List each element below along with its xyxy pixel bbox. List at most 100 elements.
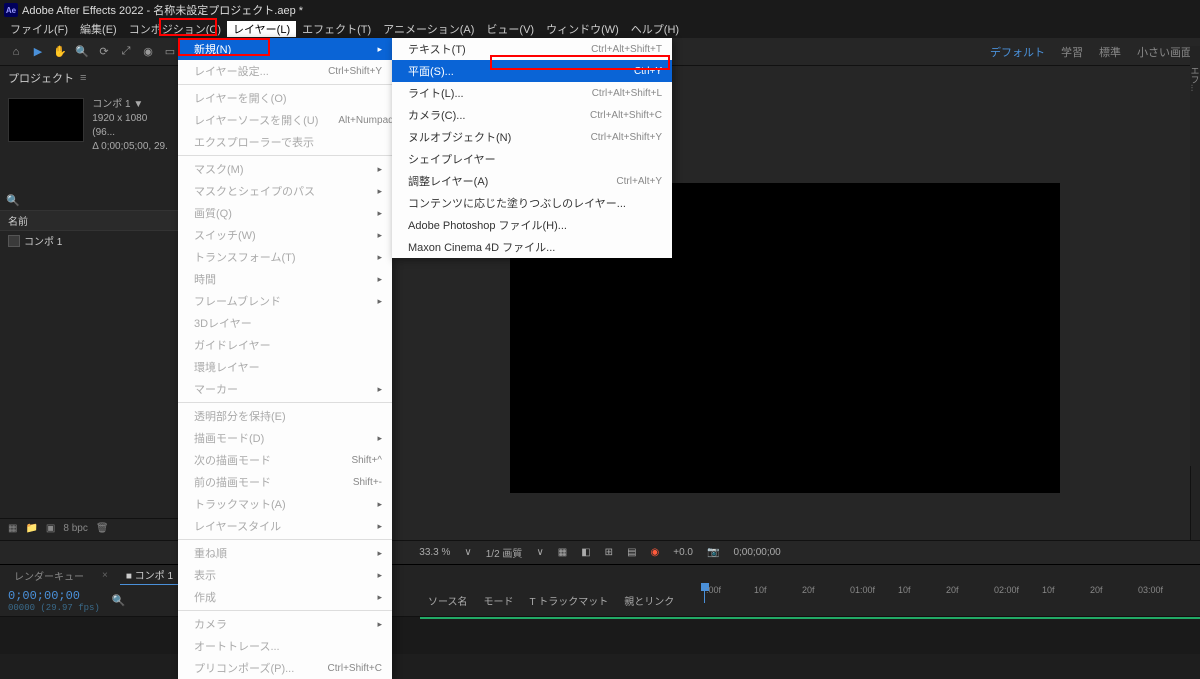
resolution[interactable]: 1/2 画質 xyxy=(486,545,523,560)
menu-file[interactable]: ファイル(F) xyxy=(4,21,74,37)
zoom-tool-icon[interactable]: 🔍 xyxy=(74,44,90,60)
menu-item: トランスフォーム(T) xyxy=(178,246,392,268)
trash-icon[interactable]: 🗑 xyxy=(96,523,109,534)
submenu-item[interactable]: カメラ(C)...Ctrl+Alt+Shift+C xyxy=(392,104,672,126)
menubar[interactable]: ファイル(F) 編集(E) コンポジション(C) レイヤー(L) エフェクト(T… xyxy=(0,20,1200,38)
menu-item: エクスプローラーで表示 xyxy=(178,131,392,153)
submenu-item[interactable]: シェイプレイヤー xyxy=(392,148,672,170)
menu-help[interactable]: ヘルプ(H) xyxy=(625,21,685,37)
menu-item: スイッチ(W) xyxy=(178,224,392,246)
menu-item: 描画モード(D) xyxy=(178,427,392,449)
comp-info: コンポ 1 ▼ 1920 x 1080 (96... Δ 0;00;05;00,… xyxy=(0,90,179,162)
orbit-tool-icon[interactable]: ⟳ xyxy=(96,44,112,60)
menu-edit[interactable]: 編集(E) xyxy=(74,21,123,37)
workspace-default[interactable]: デフォルト xyxy=(990,44,1045,60)
home-icon[interactable]: ⌂ xyxy=(8,44,24,60)
project-search[interactable]: 🔍 xyxy=(0,192,179,210)
submenu-item[interactable]: 平面(S)...Ctrl+Y xyxy=(392,60,672,82)
guides-icon[interactable]: ⊞ xyxy=(605,547,613,558)
comp-thumbnail xyxy=(8,98,84,142)
color-icon[interactable]: ◉ xyxy=(651,547,660,558)
menu-item: トラックマット(A) xyxy=(178,493,392,515)
current-frame: 00000 (29.97 fps) xyxy=(8,603,100,613)
menu-item: レイヤー設定...Ctrl+Shift+Y xyxy=(178,60,392,82)
ruler-tick: :00f xyxy=(706,585,721,595)
preview-time: 0;00;00;00 xyxy=(733,547,780,558)
menu-item: マスクとシェイプのパス xyxy=(178,180,392,202)
menu-item: マスク(M) xyxy=(178,158,392,180)
zoom-level[interactable]: 33.3 % xyxy=(419,547,450,558)
app-icon: Ae xyxy=(4,3,18,17)
menu-window[interactable]: ウィンドウ(W) xyxy=(540,21,625,37)
submenu-item[interactable]: ライト(L)...Ctrl+Alt+Shift+L xyxy=(392,82,672,104)
menu-item: 次の描画モードShift+^ xyxy=(178,449,392,471)
mask-icon[interactable]: ◧ xyxy=(581,547,590,558)
effects-tab-collapsed[interactable]: エフ... xyxy=(1189,66,1200,92)
comp-tab[interactable]: ■ コンポ 1 xyxy=(120,565,179,586)
ruler-tick: 10f xyxy=(754,585,767,595)
project-footer: ▦ 📁 ▣ 8 bpc 🗑 xyxy=(0,518,180,538)
workspace-learn[interactable]: 学習 xyxy=(1061,44,1083,60)
anchor-tool-icon[interactable]: ◉ xyxy=(140,44,156,60)
hand-tool-icon[interactable]: ✋ xyxy=(52,44,68,60)
right-panel-strip: エフ... xyxy=(1190,46,1200,466)
menu-item: カメラ xyxy=(178,613,392,635)
render-queue-tab[interactable]: レンダーキュー xyxy=(8,566,90,585)
current-timecode[interactable]: 0;00;00;00 xyxy=(8,589,100,603)
rotate-tool-icon[interactable]: ⤢ xyxy=(118,44,134,60)
search-icon: 🔍 xyxy=(6,194,20,208)
project-item[interactable]: コンポ 1 xyxy=(0,231,179,250)
exposure[interactable]: +0.0 xyxy=(673,547,693,558)
col-trackmatte[interactable]: T トラックマット xyxy=(530,593,609,608)
selection-tool-icon[interactable]: ▶ xyxy=(30,44,46,60)
menu-item: 表示 xyxy=(178,564,392,586)
new-comp-icon[interactable]: ▣ xyxy=(46,523,55,534)
submenu-item[interactable]: コンテンツに応じた塗りつぶしのレイヤー... xyxy=(392,192,672,214)
time-ruler[interactable]: :00f10f20f01:00f10f20f02:00f10f20f03:00f xyxy=(700,585,1200,603)
menu-item[interactable]: 新規(N) xyxy=(178,38,392,60)
menu-item: レイヤースタイル xyxy=(178,515,392,537)
menu-view[interactable]: ビュー(V) xyxy=(480,21,540,37)
timeline-search[interactable]: 🔍 xyxy=(112,594,126,607)
playhead[interactable] xyxy=(704,585,705,603)
menu-item: オートトレース... xyxy=(178,635,392,657)
bpc-badge[interactable]: 8 bpc xyxy=(63,523,87,534)
menu-item: 環境レイヤー xyxy=(178,356,392,378)
menu-item: フレームブレンド xyxy=(178,290,392,312)
comp-dimensions: 1920 x 1080 (96... xyxy=(92,112,171,140)
menu-item: ガイドレイヤー xyxy=(178,334,392,356)
menu-composition[interactable]: コンポジション(C) xyxy=(123,21,227,37)
submenu-item[interactable]: Adobe Photoshop ファイル(H)... xyxy=(392,214,672,236)
submenu-item[interactable]: Maxon Cinema 4D ファイル... xyxy=(392,236,672,258)
submenu-item[interactable]: ヌルオブジェクト(N)Ctrl+Alt+Shift+Y xyxy=(392,126,672,148)
snapshot-icon[interactable]: 📷 xyxy=(707,547,719,558)
interpret-icon[interactable]: ▦ xyxy=(8,523,17,534)
workspace-standard[interactable]: 標準 xyxy=(1099,44,1121,60)
channel-icon[interactable]: ▤ xyxy=(627,547,636,558)
menu-animation[interactable]: アニメーション(A) xyxy=(377,21,480,37)
grid-icon[interactable]: ▦ xyxy=(558,547,567,558)
workspace-small[interactable]: 小さい画面 xyxy=(1137,44,1192,60)
menu-layer[interactable]: レイヤー(L) xyxy=(227,21,296,37)
ruler-tick: 03:00f xyxy=(1138,585,1163,595)
ruler-tick: 01:00f xyxy=(850,585,875,595)
submenu-item[interactable]: 調整レイヤー(A)Ctrl+Alt+Y xyxy=(392,170,672,192)
col-mode[interactable]: モード xyxy=(484,593,514,608)
menu-effect[interactable]: エフェクト(T) xyxy=(296,21,377,37)
menu-item: 前の描画モードShift+- xyxy=(178,471,392,493)
menu-item: 時間 xyxy=(178,268,392,290)
col-source[interactable]: ソース名 xyxy=(428,593,468,608)
menu-item: 画質(Q) xyxy=(178,202,392,224)
new-folder-icon[interactable]: 📁 xyxy=(25,523,37,534)
project-panel-tab[interactable]: プロジェクト ≡ xyxy=(0,66,179,90)
submenu-item[interactable]: テキスト(T)Ctrl+Alt+Shift+T xyxy=(392,38,672,60)
project-column-header[interactable]: 名前 xyxy=(0,210,179,231)
ruler-tick: 10f xyxy=(1042,585,1055,595)
layer-menu-dropdown: 新規(N)レイヤー設定...Ctrl+Shift+Yレイヤーを開く(O)レイヤー… xyxy=(178,38,392,679)
ruler-tick: 20f xyxy=(802,585,815,595)
shape-tool-icon[interactable]: ▭ xyxy=(162,44,178,60)
menu-item: 透明部分を保持(E) xyxy=(178,405,392,427)
project-panel: プロジェクト ≡ コンポ 1 ▼ 1920 x 1080 (96... Δ 0;… xyxy=(0,66,180,540)
menu-item: 重ね順 xyxy=(178,542,392,564)
col-parent[interactable]: 親とリンク xyxy=(624,593,674,608)
